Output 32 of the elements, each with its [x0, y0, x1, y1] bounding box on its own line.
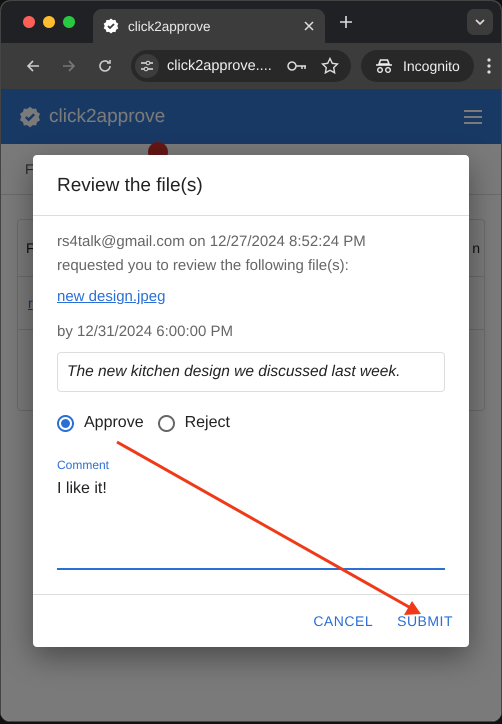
verified-badge-icon [103, 18, 119, 34]
radio-option[interactable]: Reject [158, 414, 230, 432]
column-header: n [472, 240, 480, 256]
back-icon[interactable] [25, 58, 41, 74]
radio-option[interactable]: Approve [57, 414, 144, 432]
new-tab-icon[interactable] [339, 15, 353, 29]
verified-badge-icon [19, 106, 41, 128]
address-bar[interactable]: click2approve.... [131, 50, 351, 82]
dialog-title: Review the file(s) [56, 174, 204, 198]
menu-icon[interactable] [463, 108, 483, 124]
request-message: The new kitchen design we discussed last week. [57, 352, 445, 392]
cancel-button[interactable]: CANCEL [305, 609, 382, 633]
due-date: by 12/31/2024 6:00:00 PM [57, 323, 234, 340]
incognito-icon [375, 58, 393, 74]
submit-button[interactable]: SUBMIT [389, 609, 461, 633]
close-icon[interactable] [303, 20, 315, 32]
request-text: rs4talk@gmail.com on 12/27/2024 8:52:24 PM requested you to review the following file(s): [57, 232, 367, 276]
maximize-window-icon[interactable] [63, 16, 75, 28]
chevron-down-icon [474, 18, 486, 26]
incognito-button[interactable]: Incognito [361, 50, 474, 82]
star-icon[interactable] [321, 57, 339, 75]
tab-search-button[interactable] [467, 9, 493, 35]
close-window-icon[interactable] [23, 16, 35, 28]
browser-tab[interactable]: click2approve [93, 9, 325, 43]
tune-icon [140, 59, 154, 73]
key-icon[interactable] [287, 60, 307, 72]
app-brand: click2approve [49, 106, 166, 128]
minimize-window-icon[interactable] [43, 16, 55, 28]
comment-field[interactable]: Comment I like it! [57, 458, 445, 570]
reload-icon[interactable] [97, 58, 113, 74]
more-icon[interactable] [487, 58, 491, 74]
file-link[interactable]: new design.jpeg [57, 288, 166, 305]
